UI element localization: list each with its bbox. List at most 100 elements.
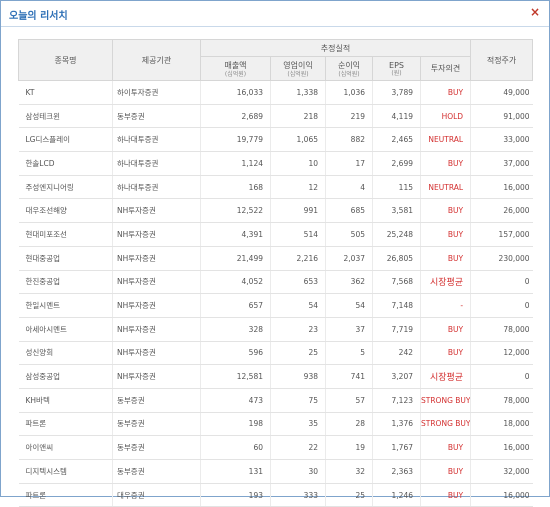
operating-profit-value: 22: [270, 435, 326, 460]
table-body: KT 하이투자증권 16,033 1,338 1,036 3,789 BUY 49,000 삼성…: [18, 80, 533, 507]
header-sales: 매출액 (십억원): [200, 56, 271, 81]
table-row[interactable]: 아세아시멘트 NH투자증권 328 23 37 7,719 BUY 78,000: [18, 317, 533, 342]
eps-value: 2,699: [372, 151, 421, 176]
table-row[interactable]: KH바텍 동부증권 473 75 57 7,123 STRONG BUY 78,000: [18, 388, 533, 413]
table-row[interactable]: 삼성중공업 NH투자증권 12,581 938 741 3,207 시장평균 0: [18, 364, 533, 389]
eps-value: 1,246: [372, 483, 421, 507]
target-price-value: 0: [470, 364, 533, 389]
research-window: 오늘의 리서치 × 종목명 제공기관 추정실적 적정주가 매출액 (십억원) 영업…: [0, 0, 550, 507]
table-row[interactable]: 디지텍시스템 동부증권 131 30 32 2,363 BUY 32,000: [18, 459, 533, 484]
target-price-value: 37,000: [470, 151, 533, 176]
net-profit-value: 57: [325, 388, 373, 413]
table-row[interactable]: 성신양회 NH투자증권 596 25 5 242 BUY 12,000: [18, 341, 533, 366]
table-row[interactable]: KT 하이투자증권 16,033 1,338 1,036 3,789 BUY 49,000: [18, 80, 533, 105]
sales-value: 2,689: [200, 104, 271, 129]
table-row[interactable]: 한진중공업 NH투자증권 4,052 653 362 7,568 시장평균 0: [18, 270, 533, 295]
net-profit-value: 741: [325, 364, 373, 389]
table-row[interactable]: 현대미포조선 NH투자증권 4,391 514 505 25,248 BUY 157,000: [18, 222, 533, 247]
operating-profit-value: 30: [270, 459, 326, 484]
eps-value: 2,465: [372, 127, 421, 153]
table-row[interactable]: 한솔LCD 하나대투증권 1,124 10 17 2,699 BUY 37,000: [18, 151, 533, 176]
table-row[interactable]: 현대중공업 NH투자증권 21,499 2,216 2,037 26,805 BUY 230,…: [18, 246, 533, 271]
stock-name: 한솔LCD: [18, 151, 113, 176]
institution: NH투자증권: [112, 198, 201, 224]
research-table-container: 종목명 제공기관 추정실적 적정주가 매출액 (십억원) 영업이익 (십억원) 순이…: [18, 39, 534, 507]
opinion-value: BUY: [419, 317, 471, 342]
operating-profit-value: 991: [270, 198, 326, 224]
net-profit-value: 882: [325, 127, 373, 153]
target-price-value: 0: [470, 293, 533, 318]
table-row[interactable]: 삼성테크윈 동부증권 2,689 218 219 4,119 HOLD 91,000: [18, 104, 533, 129]
sales-value: 193: [200, 483, 271, 507]
institution: 동부증권: [112, 459, 201, 484]
stock-name: 아세아시멘트: [18, 317, 113, 342]
table-row[interactable]: 파트론 대우증권 193 333 25 1,246 BUY 16,000: [18, 483, 533, 507]
sales-value: 131: [200, 459, 271, 484]
titlebar: 오늘의 리서치 ×: [1, 1, 549, 27]
net-profit-value: 5: [325, 341, 373, 366]
institution: NH투자증권: [112, 341, 201, 366]
institution: 하나대투증권: [112, 175, 201, 200]
stock-name: KT: [18, 80, 113, 105]
stock-name: 디지텍시스템: [18, 459, 113, 484]
eps-value: 26,805: [372, 246, 421, 271]
header-net-profit: 순이익 (십억원): [325, 56, 373, 81]
operating-profit-value: 938: [270, 364, 326, 389]
sales-value: 16,033: [200, 80, 271, 105]
opinion-value: BUY: [419, 198, 471, 224]
institution: 동부증권: [112, 435, 201, 460]
stock-name: 파트론: [18, 483, 113, 507]
operating-profit-value: 2,216: [270, 246, 326, 271]
institution: 동부증권: [112, 412, 201, 437]
operating-profit-value: 1,338: [270, 80, 326, 105]
net-profit-value: 505: [325, 222, 373, 247]
operating-profit-value: 12: [270, 175, 326, 200]
operating-profit-value: 10: [270, 151, 326, 176]
opinion-value: 시장평균: [419, 270, 471, 295]
institution: NH투자증권: [112, 317, 201, 342]
stock-name: 현대미포조선: [18, 222, 113, 247]
table-row[interactable]: 주성엔지니어링 하나대투증권 168 12 4 115 NEUTRAL 16,000: [18, 175, 533, 200]
stock-name: 대우조선해양: [18, 198, 113, 224]
target-price-value: 16,000: [470, 435, 533, 460]
stock-name: 현대중공업: [18, 246, 113, 271]
table-row[interactable]: 대우조선해양 NH투자증권 12,522 991 685 3,581 BUY 26,000: [18, 198, 533, 224]
eps-value: 3,207: [372, 364, 421, 389]
operating-profit-value: 218: [270, 104, 326, 129]
net-profit-value: 685: [325, 198, 373, 224]
stock-name: 주성엔지니어링: [18, 175, 113, 200]
target-price-value: 49,000: [470, 80, 533, 105]
table-row[interactable]: 아이앤씨 동부증권 60 22 19 1,767 BUY 16,000: [18, 435, 533, 460]
research-table: 종목명 제공기관 추정실적 적정주가 매출액 (십억원) 영업이익 (십억원) 순이…: [18, 39, 534, 507]
net-profit-value: 28: [325, 412, 373, 437]
operating-profit-value: 514: [270, 222, 326, 247]
stock-name: 성신양회: [18, 341, 113, 366]
institution: NH투자증권: [112, 222, 201, 247]
header-operating-profit: 영업이익 (십억원): [270, 56, 326, 81]
close-icon[interactable]: ×: [529, 6, 541, 18]
eps-value: 1,376: [372, 412, 421, 437]
opinion-value: STRONG BUY: [419, 388, 471, 413]
header-eps: EPS (원): [372, 56, 421, 81]
table-row[interactable]: 한일시멘트 NH투자증권 657 54 54 7,148-0: [18, 293, 533, 318]
opinion-value: BUY: [419, 483, 471, 507]
eps-value: 115: [372, 175, 421, 200]
net-profit-value: 2,037: [325, 246, 373, 271]
operating-profit-value: 25: [270, 341, 326, 366]
window-title: 오늘의 리서치: [9, 11, 68, 22]
sales-value: 12,522: [200, 198, 271, 224]
eps-value: 7,148: [372, 293, 421, 318]
target-price-value: 32,000: [470, 459, 533, 484]
eps-value: 4,119: [372, 104, 421, 129]
net-profit-value: 37: [325, 317, 373, 342]
institution: 동부증권: [112, 388, 201, 413]
table-row[interactable]: 파트론 동부증권 198 35 28 1,376 STRONG BUY 18,000: [18, 412, 533, 437]
sales-value: 198: [200, 412, 271, 437]
table-row[interactable]: LG디스플레이 하나대투증권 19,779 1,065 882 2,465 NEUTRAL 3…: [18, 127, 533, 153]
target-price-value: 230,000: [470, 246, 533, 271]
header-name: 종목명: [18, 39, 113, 81]
header-estimates-group: 추정실적: [199, 39, 472, 57]
institution: NH투자증권: [112, 293, 201, 318]
eps-value: 2,363: [372, 459, 421, 484]
operating-profit-value: 333: [270, 483, 326, 507]
